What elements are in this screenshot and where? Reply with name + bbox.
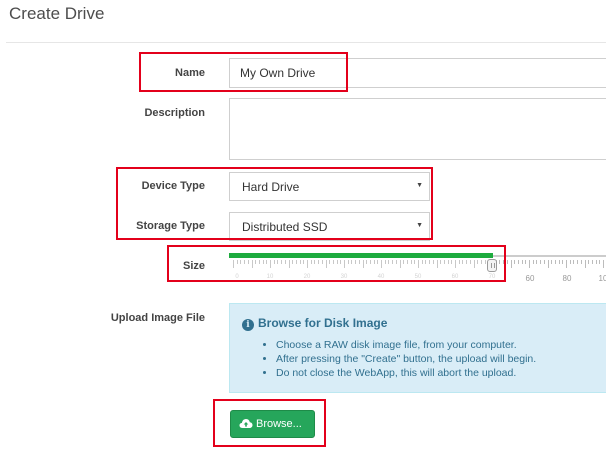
slider-tick (588, 260, 589, 264)
info-item: Do not close the WebApp, this will abort… (276, 366, 536, 380)
slider-tick (592, 260, 593, 264)
highlight-type-rows (116, 167, 433, 240)
info-item: After pressing the "Create" button, the … (276, 352, 536, 366)
slider-tick (581, 260, 582, 264)
slider-tick (566, 260, 567, 268)
slider-tick (522, 260, 523, 264)
slider-track (493, 255, 606, 257)
slider-tick (525, 260, 526, 264)
slider-tick (533, 260, 534, 264)
slider-tick (559, 260, 560, 264)
slider-tick (529, 260, 530, 268)
slider-tick (511, 260, 512, 268)
slider-tick (596, 260, 597, 264)
highlight-name-row (139, 52, 348, 92)
highlight-browse-button (213, 399, 326, 447)
slider-tick (603, 260, 604, 268)
slider-tick (570, 260, 571, 264)
slider-tick (514, 260, 515, 264)
description-label: Description (144, 107, 205, 119)
slider-tick (585, 260, 586, 268)
page-title: Create Drive (9, 4, 105, 23)
slider-tick (551, 260, 552, 264)
slider-tick-label: 60 (525, 274, 535, 283)
browse-info-panel: i Browse for Disk Image Choose a RAW disk… (229, 303, 606, 393)
info-item: Choose a RAW disk image file, from your … (276, 338, 536, 352)
slider-tick-label: 10 (598, 274, 606, 283)
slider-tick (577, 260, 578, 264)
slider-tick-label: 80 (562, 274, 572, 283)
description-textarea[interactable] (229, 98, 606, 160)
slider-tick (544, 260, 545, 264)
slider-tick (507, 260, 508, 264)
slider-tick (518, 260, 519, 264)
title-divider (6, 42, 606, 43)
slider-tick (599, 260, 600, 264)
slider-tick (548, 260, 549, 268)
highlight-size-row (167, 245, 506, 282)
info-list: Choose a RAW disk image file, from your … (262, 338, 536, 380)
info-title: i Browse for Disk Image (242, 316, 387, 331)
slider-tick (536, 260, 537, 264)
slider-tick (573, 260, 574, 264)
info-circle-icon: i (242, 319, 254, 331)
slider-tick (555, 260, 556, 264)
slider-tick (540, 260, 541, 264)
info-title-text: Browse for Disk Image (258, 316, 388, 330)
slider-tick (562, 260, 563, 264)
upload-image-label: Upload Image File (110, 312, 205, 324)
